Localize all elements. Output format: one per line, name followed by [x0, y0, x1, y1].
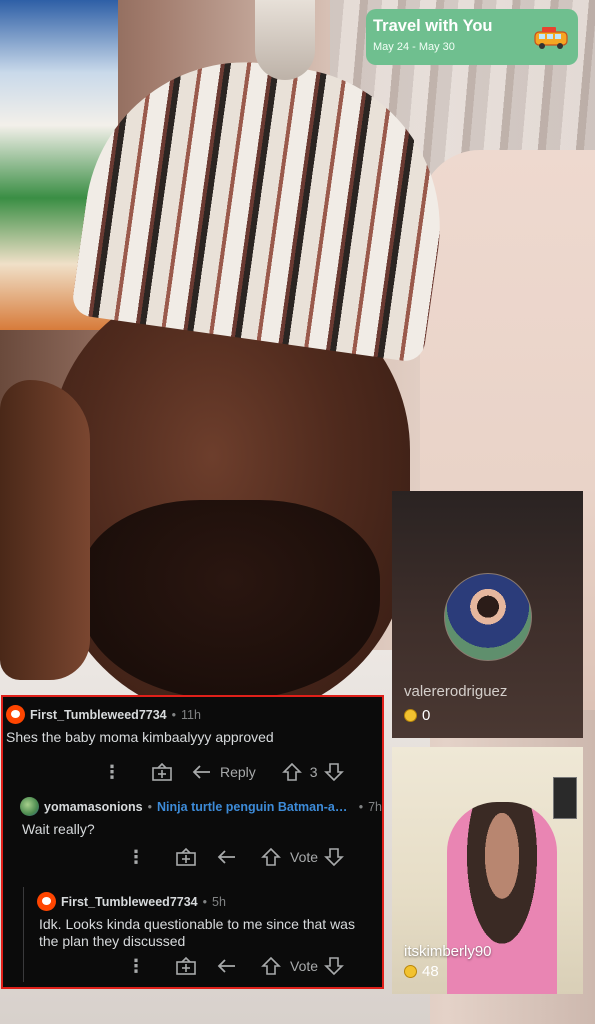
reply-icon[interactable]: [217, 849, 237, 865]
comment-dot: •: [171, 707, 177, 722]
comment-username[interactable]: First_Tumbleweed7734: [30, 708, 167, 722]
award-icon[interactable]: [151, 762, 173, 782]
tassel: [255, 0, 315, 80]
guest-coins: 0: [404, 707, 430, 724]
more-options-icon[interactable]: ⋮: [127, 957, 145, 975]
comment-thread: First_Tumbleweed7734 • 11h Shes the baby…: [1, 695, 384, 989]
comment-actions: ⋮ Vote: [127, 847, 344, 867]
bus-icon: [534, 27, 568, 49]
upvote-icon[interactable]: [281, 762, 302, 782]
comment-body: Idk. Looks kinda questionable to me sinc…: [39, 916, 355, 949]
vote-count: 3: [309, 764, 318, 780]
comment-time: 7h: [368, 799, 382, 814]
reply-button[interactable]: Reply: [192, 764, 256, 780]
user-avatar-icon[interactable]: [37, 892, 56, 911]
downvote-icon[interactable]: [323, 762, 344, 782]
comment-actions: ⋮ Vote: [127, 956, 344, 976]
comment-body: Shes the baby moma kimbaalyyy approved: [6, 729, 274, 745]
guest-coins: 48: [404, 963, 439, 980]
host-hand: [0, 380, 90, 680]
guest-name: itskimberly90: [404, 943, 492, 960]
coin-icon: [404, 709, 417, 722]
downvote-icon[interactable]: [324, 956, 344, 976]
guest-tile[interactable]: itskimberly90 48: [392, 747, 583, 994]
vote-label: Vote: [290, 958, 319, 974]
comment-username[interactable]: yomamasonions: [44, 800, 143, 814]
reply-label: Reply: [220, 764, 256, 780]
travel-banner[interactable]: Travel with You May 24 - May 30: [366, 9, 578, 65]
upvote-icon[interactable]: [261, 956, 281, 976]
guest-avatar: [444, 573, 532, 661]
upvote-icon[interactable]: [261, 847, 281, 867]
coin-icon: [404, 965, 417, 978]
more-options-icon[interactable]: ⋮: [103, 763, 121, 781]
downvote-icon[interactable]: [324, 847, 344, 867]
comment-header: First_Tumbleweed7734 • 5h: [37, 892, 382, 911]
coin-count: 48: [422, 963, 439, 980]
comment-dot: •: [202, 894, 208, 909]
comment: yomamasonions • Ninja turtle penguin Bat…: [3, 797, 382, 867]
comment-body: Wait really?: [22, 821, 95, 837]
guest-video: [447, 802, 557, 994]
award-icon[interactable]: [175, 956, 197, 976]
user-avatar-icon[interactable]: [20, 797, 39, 816]
reply-icon[interactable]: [217, 958, 237, 974]
guest-name: valererodriguez: [404, 683, 508, 700]
user-avatar-icon[interactable]: [6, 705, 25, 724]
wall-picture: [553, 777, 577, 819]
reply-icon: [192, 765, 210, 779]
comment-time: 5h: [212, 894, 226, 909]
guest-tile[interactable]: valererodriguez 0: [392, 491, 583, 738]
comment-dot: •: [358, 799, 364, 814]
award-icon[interactable]: [175, 847, 197, 867]
comment-dot: •: [147, 799, 153, 814]
host-beard: [80, 500, 380, 700]
more-options-icon[interactable]: ⋮: [127, 848, 145, 866]
comment: First_Tumbleweed7734 • 11h Shes the baby…: [3, 705, 382, 782]
coin-count: 0: [422, 707, 431, 724]
comment-username[interactable]: First_Tumbleweed7734: [61, 895, 198, 909]
vote-label: Vote: [290, 849, 319, 865]
comment-time: 11h: [181, 707, 201, 722]
comment-header: First_Tumbleweed7734 • 11h: [6, 705, 382, 724]
comment: First_Tumbleweed7734 • 5h Idk. Looks kin…: [3, 892, 382, 976]
comment-header: yomamasonions • Ninja turtle penguin Bat…: [20, 797, 382, 816]
user-flair: Ninja turtle penguin Batman-ass ...: [157, 799, 354, 814]
comment-actions: ⋮ Reply 3: [103, 762, 344, 782]
